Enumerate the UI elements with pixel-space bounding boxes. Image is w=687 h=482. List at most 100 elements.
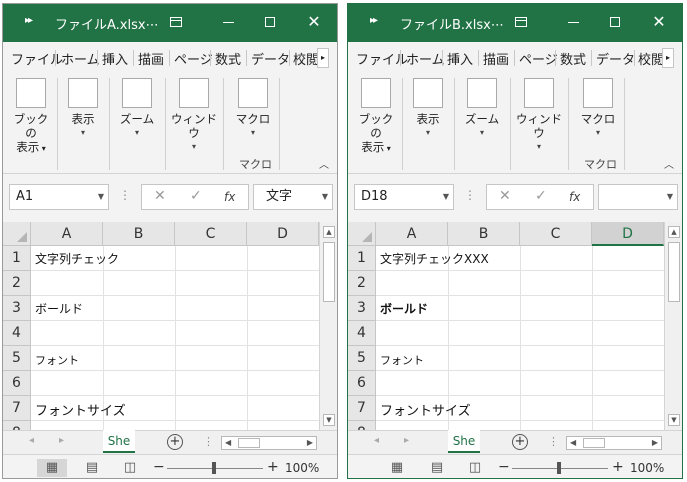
- page-break-view-icon[interactable]: ◫: [115, 459, 145, 477]
- table-row[interactable]: [31, 271, 319, 296]
- select-all-button[interactable]: [348, 222, 376, 246]
- sheet-tab[interactable]: She: [448, 430, 480, 453]
- zoom-level[interactable]: 100%: [630, 461, 664, 475]
- quick-access-toolbar-icon[interactable]: ▸▸: [25, 15, 33, 26]
- worksheet-grid[interactable]: A B C D 1 文字列チェック 2 3 ボールド 4 5 フォント 6 7 …: [3, 222, 319, 430]
- zoom-in-icon[interactable]: +: [612, 459, 624, 475]
- sheet-prev-icon[interactable]: ◂: [374, 435, 379, 446]
- zoom-slider-thumb[interactable]: [557, 462, 561, 474]
- worksheet-grid[interactable]: A B C D 1 文字列チェックXXX 2 3 ボールド 4 5 フォント 6…: [348, 222, 664, 430]
- zoom-button[interactable]: ズーム ▾: [115, 78, 159, 140]
- row-header[interactable]: 1: [348, 246, 376, 271]
- row-header[interactable]: 7: [3, 396, 31, 421]
- enter-icon[interactable]: ✓: [190, 188, 202, 204]
- scroll-thumb[interactable]: [238, 438, 260, 448]
- horizontal-scrollbar[interactable]: ◀ ▶: [566, 436, 662, 450]
- column-header-d[interactable]: D: [592, 222, 664, 246]
- insert-function-icon[interactable]: fx: [569, 190, 580, 204]
- scroll-left-icon[interactable]: ◀: [225, 438, 231, 447]
- row-header[interactable]: 3: [348, 296, 376, 321]
- scroll-left-icon[interactable]: ◀: [570, 438, 576, 447]
- page-layout-view-icon[interactable]: ▤: [77, 459, 107, 477]
- row-header[interactable]: 2: [348, 271, 376, 296]
- row-header[interactable]: 6: [3, 371, 31, 396]
- table-row[interactable]: ボールド: [376, 296, 664, 321]
- tab-scroll-right-icon[interactable]: ▸: [317, 48, 329, 68]
- page-break-view-icon[interactable]: ◫: [460, 459, 490, 477]
- zoom-slider-thumb[interactable]: [212, 462, 216, 474]
- sheet-next-icon[interactable]: ▸: [404, 435, 409, 446]
- row-header[interactable]: 5: [348, 346, 376, 371]
- tab-data[interactable]: データ: [251, 49, 290, 68]
- maximize-button[interactable]: [257, 11, 283, 33]
- tab-scroll-right-icon[interactable]: ▸: [662, 48, 674, 68]
- row-header[interactable]: 4: [348, 321, 376, 346]
- zoom-button[interactable]: ズーム ▾: [460, 78, 504, 140]
- tab-page-layout[interactable]: ページ: [174, 49, 213, 68]
- vertical-scrollbar[interactable]: ▲ ▼: [664, 222, 682, 430]
- select-all-button[interactable]: [3, 222, 31, 246]
- scroll-right-icon[interactable]: ▶: [307, 438, 313, 447]
- maximize-button[interactable]: [602, 11, 628, 33]
- table-row[interactable]: [376, 371, 664, 396]
- window-button[interactable]: ウィンドウ ▾: [169, 78, 219, 154]
- scroll-thumb[interactable]: [583, 438, 605, 448]
- cancel-icon[interactable]: ✕: [499, 188, 511, 204]
- table-row[interactable]: [376, 271, 664, 296]
- row-header[interactable]: 1: [3, 246, 31, 271]
- scroll-thumb[interactable]: [323, 242, 335, 302]
- zoom-level[interactable]: 100%: [285, 461, 319, 475]
- table-row[interactable]: 文字列チェック: [31, 246, 319, 271]
- table-row[interactable]: フォントサイズ: [376, 396, 664, 421]
- tab-draw[interactable]: 描画: [483, 49, 509, 68]
- row-header[interactable]: 3: [3, 296, 31, 321]
- horizontal-scrollbar[interactable]: ◀ ▶: [221, 436, 317, 450]
- cancel-icon[interactable]: ✕: [154, 188, 166, 204]
- scroll-down-icon[interactable]: ▼: [668, 414, 680, 426]
- tab-formulas[interactable]: 数式: [560, 49, 586, 68]
- book-view-button[interactable]: ブックの 表示 ▾: [9, 78, 53, 156]
- row-header[interactable]: 8: [348, 421, 376, 430]
- scroll-right-icon[interactable]: ▶: [652, 438, 658, 447]
- table-row[interactable]: ボールド: [31, 296, 319, 321]
- tab-formulas[interactable]: 数式: [215, 49, 241, 68]
- enter-icon[interactable]: ✓: [535, 188, 547, 204]
- column-header-a[interactable]: A: [376, 222, 448, 246]
- page-layout-view-icon[interactable]: ▤: [422, 459, 452, 477]
- macro-button[interactable]: マクロ ▾: [231, 78, 275, 140]
- tab-draw[interactable]: 描画: [138, 49, 164, 68]
- window-button[interactable]: ウィンドウ ▾: [514, 78, 564, 154]
- insert-function-icon[interactable]: fx: [224, 190, 235, 204]
- collapse-ribbon-icon[interactable]: ︿: [664, 156, 674, 171]
- quick-access-toolbar-icon[interactable]: ▸▸: [370, 15, 378, 26]
- table-row[interactable]: 文字列チェックXXX: [376, 246, 664, 271]
- normal-view-icon[interactable]: ▦: [382, 459, 412, 477]
- sheet-prev-icon[interactable]: ◂: [29, 435, 34, 446]
- zoom-out-icon[interactable]: −: [498, 459, 510, 475]
- table-row[interactable]: [31, 321, 319, 346]
- row-header[interactable]: 7: [348, 396, 376, 421]
- tab-review[interactable]: 校閲: [293, 49, 317, 67]
- chevron-down-icon[interactable]: ▼: [98, 185, 104, 209]
- zoom-out-icon[interactable]: −: [153, 459, 165, 475]
- column-header-a[interactable]: A: [31, 222, 103, 246]
- chevron-down-icon[interactable]: ▼: [667, 185, 673, 209]
- scroll-up-icon[interactable]: ▲: [323, 226, 335, 238]
- column-header-b[interactable]: B: [103, 222, 175, 246]
- more-options-icon[interactable]: ⋮: [548, 435, 559, 448]
- name-box[interactable]: A1 ▼: [9, 184, 109, 210]
- row-header[interactable]: 8: [3, 421, 31, 430]
- table-row[interactable]: [31, 421, 319, 430]
- minimize-button[interactable]: [560, 11, 586, 33]
- show-button[interactable]: 表示 ▾: [408, 78, 448, 140]
- row-header[interactable]: 4: [3, 321, 31, 346]
- book-view-button[interactable]: ブックの 表示 ▾: [354, 78, 398, 156]
- tab-review[interactable]: 校閲: [638, 49, 662, 67]
- table-row[interactable]: [31, 371, 319, 396]
- row-header[interactable]: 5: [3, 346, 31, 371]
- column-header-b[interactable]: B: [448, 222, 520, 246]
- more-options-icon[interactable]: ⋮: [119, 188, 131, 202]
- macro-button[interactable]: マクロ ▾: [576, 78, 620, 140]
- sheet-next-icon[interactable]: ▸: [59, 435, 64, 446]
- scroll-up-icon[interactable]: ▲: [668, 226, 680, 238]
